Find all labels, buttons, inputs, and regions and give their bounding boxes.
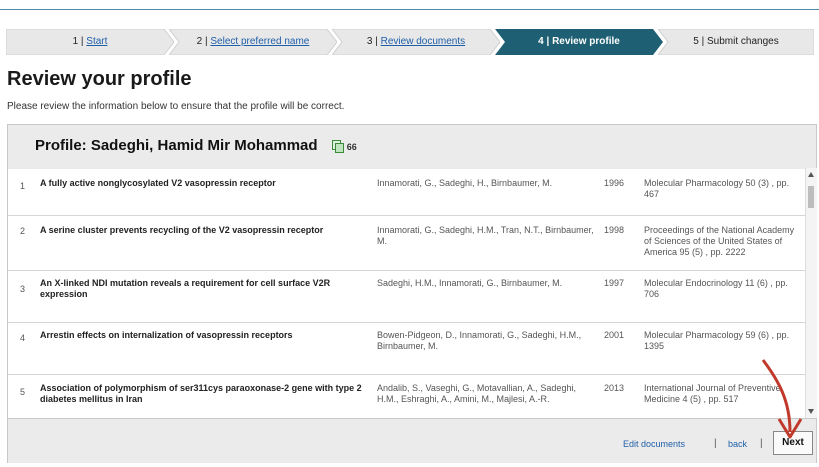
row-number: 5 bbox=[20, 387, 26, 397]
step-select-name-num: 2 bbox=[196, 36, 203, 47]
document-title: An X-linked NDI mutation reveals a requi… bbox=[40, 278, 331, 299]
document-year: 1996 bbox=[604, 178, 625, 188]
document-journal: Molecular Endocrinology 11 (6) , pp. 706 bbox=[644, 278, 788, 299]
document-year: 2001 bbox=[604, 330, 625, 340]
document-year: 1997 bbox=[604, 278, 625, 288]
step-start[interactable]: 1 | Start bbox=[6, 29, 174, 55]
step-sep: | bbox=[546, 36, 550, 47]
row-number: 4 bbox=[20, 333, 26, 343]
document-authors: Bowen-Pidgeon, D., Innamorati, G., Sadeg… bbox=[377, 330, 582, 351]
step-select-name[interactable]: 2 | Select preferred name bbox=[169, 29, 337, 55]
document-journal: Molecular Pharmacology 59 (6) , pp. 1395 bbox=[644, 330, 790, 351]
header-divider bbox=[0, 9, 819, 10]
step-review-profile-num: 4 bbox=[538, 36, 544, 47]
step-review-documents-num: 3 bbox=[366, 36, 373, 47]
step-sep: | bbox=[80, 36, 84, 47]
scrollbar-thumb[interactable] bbox=[808, 186, 814, 208]
table-row: 4 Arrestin effects on internalization of… bbox=[8, 323, 805, 375]
row-number: 2 bbox=[20, 226, 26, 236]
step-start-num: 1 bbox=[72, 36, 79, 47]
table-row: 1 A fully active nonglycosylated V2 vaso… bbox=[8, 168, 805, 216]
step-review-profile: 4 | Review profile bbox=[495, 29, 663, 55]
step-sep: | bbox=[205, 36, 208, 47]
profile-title: Profile: Sadeghi, Hamid Mir Mohammad bbox=[35, 137, 318, 154]
step-submit-changes: 5 | Submit changes bbox=[658, 29, 814, 55]
table-row: 5 Association of polymorphism of ser311c… bbox=[8, 375, 805, 418]
document-journal: International Journal of Preventive Medi… bbox=[644, 383, 781, 404]
edit-documents-link[interactable]: Edit documents bbox=[623, 439, 685, 449]
document-title: A serine cluster prevents recycling of t… bbox=[40, 225, 324, 235]
footer-separator: | bbox=[760, 438, 763, 449]
step-sep: | bbox=[375, 36, 378, 47]
profile-panel: Profile: Sadeghi, Hamid Mir Mohammad 66 … bbox=[7, 124, 817, 463]
document-authors: Innamorati, G., Sadeghi, H.M., Tran, N.T… bbox=[377, 225, 594, 246]
panel-footer: Edit documents | back | Next bbox=[8, 418, 816, 463]
step-submit-changes-label: Submit changes bbox=[707, 36, 779, 47]
document-count: 66 bbox=[346, 142, 357, 152]
document-authors: Andalib, S., Vaseghi, G., Motavallian, A… bbox=[377, 383, 576, 404]
next-button[interactable]: Next bbox=[773, 431, 813, 455]
step-review-documents[interactable]: 3 | Review documents bbox=[332, 29, 500, 55]
row-number: 3 bbox=[20, 284, 26, 294]
document-authors: Sadeghi, H.M., Innamorati, G., Birnbaume… bbox=[377, 278, 563, 288]
document-title: A fully active nonglycosylated V2 vasopr… bbox=[40, 178, 276, 188]
scrollbar[interactable] bbox=[805, 168, 817, 418]
document-title: Association of polymorphism of ser311cys… bbox=[40, 383, 362, 404]
step-start-link[interactable]: Start bbox=[86, 36, 107, 47]
back-link[interactable]: back bbox=[728, 439, 747, 449]
page-subtitle: Please review the information below to e… bbox=[7, 101, 345, 112]
scroll-down-icon[interactable] bbox=[808, 409, 814, 414]
document-journal: Proceedings of the National Academy of S… bbox=[644, 225, 795, 257]
step-review-profile-label: Review profile bbox=[552, 36, 620, 47]
document-authors: Innamorati, G., Sadeghi, H., Birnbaumer,… bbox=[377, 178, 553, 188]
copy-icon[interactable] bbox=[331, 140, 344, 154]
step-submit-changes-num: 5 bbox=[693, 36, 699, 47]
document-journal: Molecular Pharmacology 50 (3) , pp. 467 bbox=[644, 178, 790, 199]
wizard-steps: 1 | Start 2 | Select preferred name 3 | … bbox=[6, 29, 814, 55]
profile-header: Profile: Sadeghi, Hamid Mir Mohammad 66 bbox=[8, 124, 816, 169]
document-year: 2013 bbox=[604, 383, 625, 393]
step-review-documents-link[interactable]: Review documents bbox=[381, 36, 465, 47]
document-list[interactable]: 1 A fully active nonglycosylated V2 vaso… bbox=[8, 168, 805, 418]
row-number: 1 bbox=[20, 181, 26, 191]
footer-separator: | bbox=[714, 438, 717, 449]
document-year: 1998 bbox=[604, 225, 625, 235]
table-row: 2 A serine cluster prevents recycling of… bbox=[8, 216, 805, 271]
scroll-up-icon[interactable] bbox=[808, 172, 814, 177]
table-row: 3 An X-linked NDI mutation reveals a req… bbox=[8, 271, 805, 323]
document-title: Arrestin effects on internalization of v… bbox=[40, 330, 293, 340]
page-title: Review your profile bbox=[7, 68, 192, 90]
step-sep: | bbox=[701, 36, 705, 47]
step-select-name-link[interactable]: Select preferred name bbox=[210, 36, 309, 47]
profile-title-row: Profile: Sadeghi, Hamid Mir Mohammad 66 bbox=[35, 137, 357, 154]
